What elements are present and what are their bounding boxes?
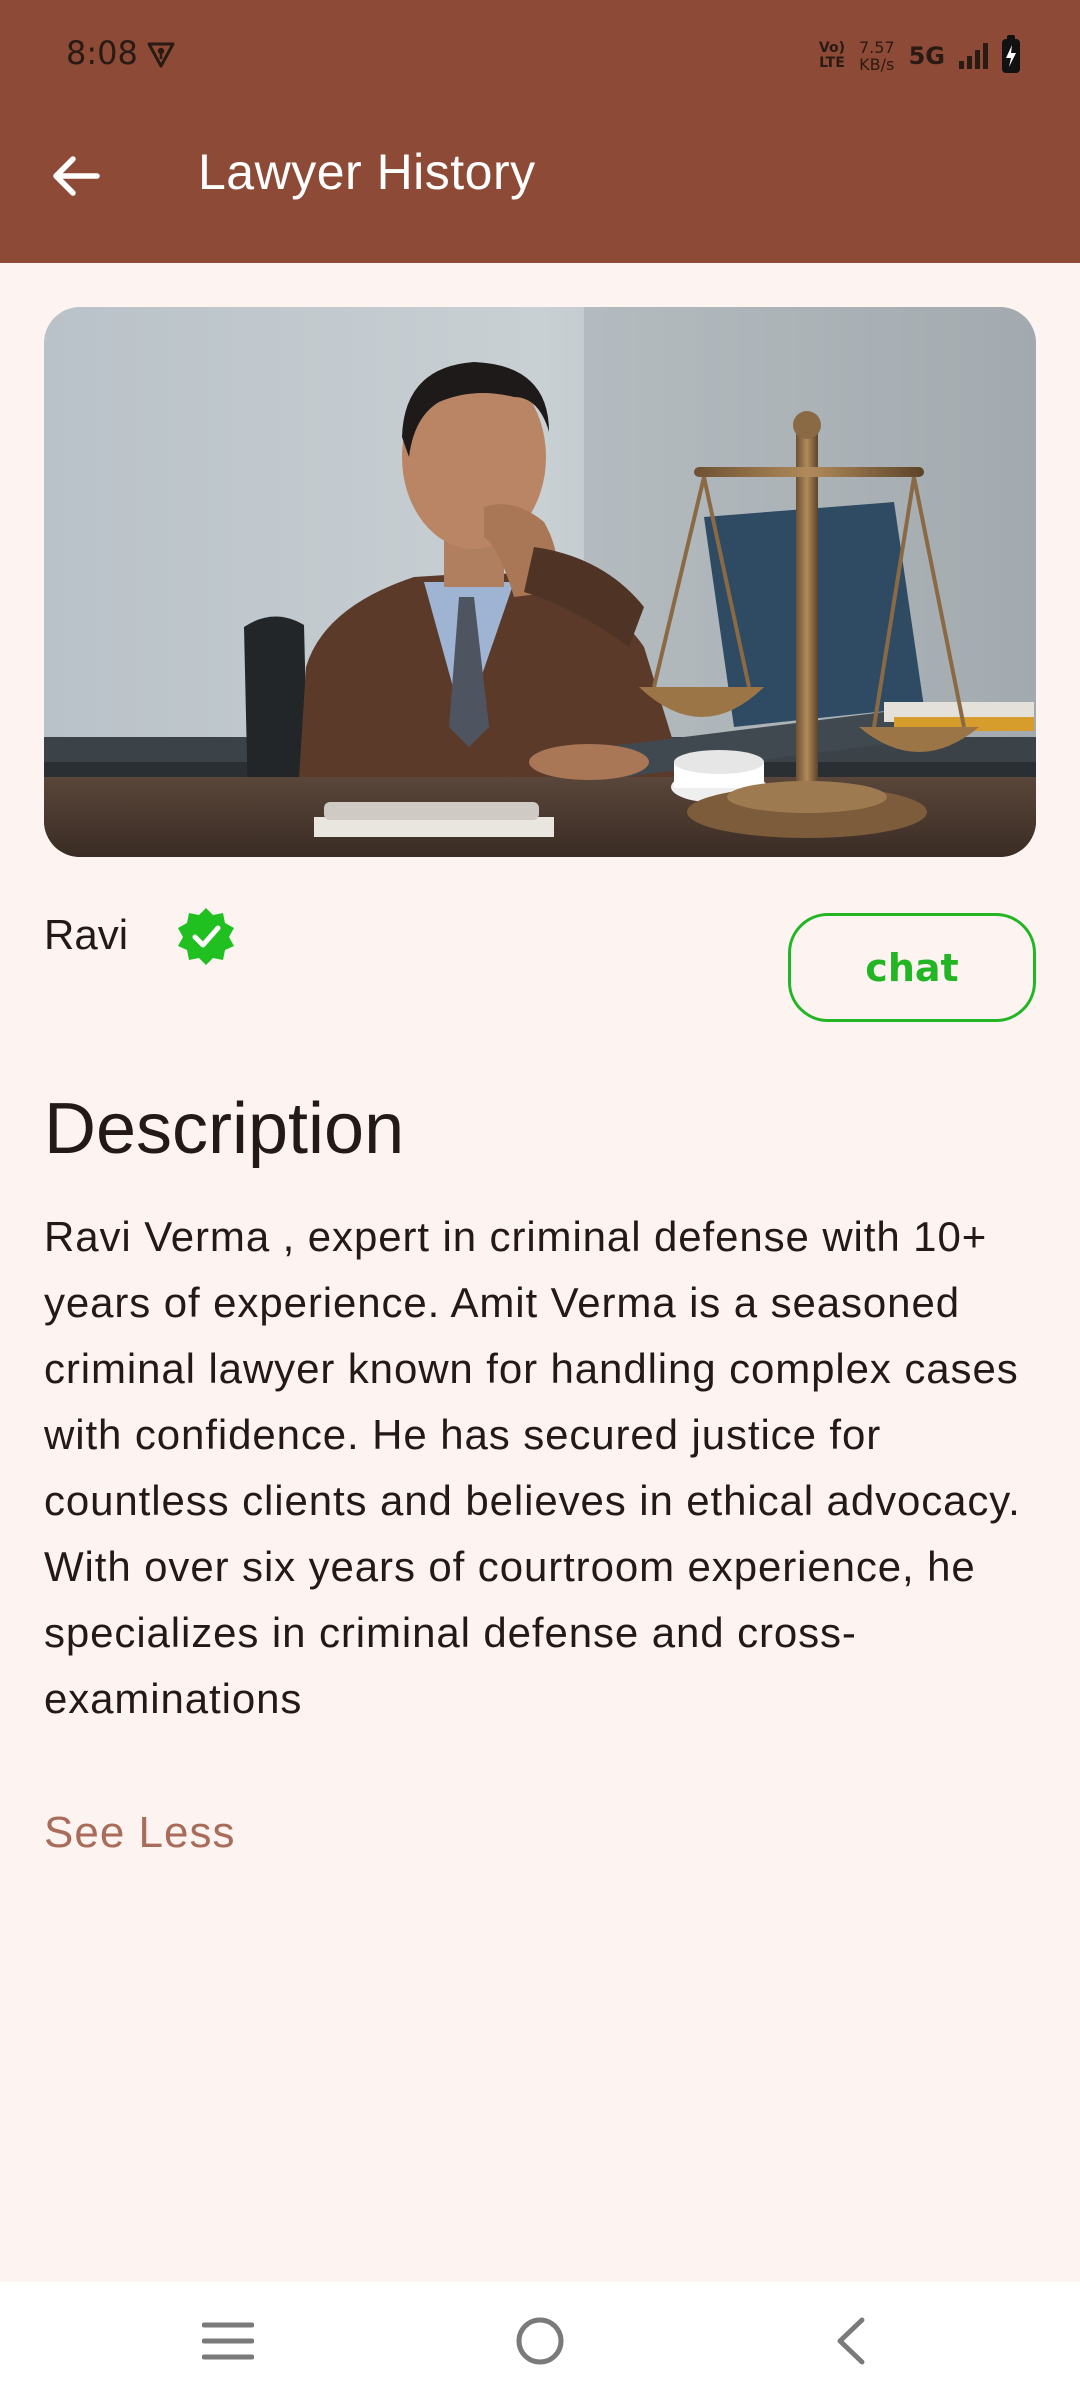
battery-charging-icon bbox=[1002, 35, 1020, 73]
see-less-link[interactable]: See Less bbox=[44, 1808, 235, 1858]
arrow-left-icon bbox=[53, 156, 100, 196]
back-button[interactable] bbox=[46, 146, 106, 206]
network-speed: 7.57 KB/s bbox=[858, 38, 895, 74]
status-time: 8:08 bbox=[66, 34, 138, 72]
system-back-button[interactable] bbox=[810, 2306, 890, 2376]
chat-button[interactable]: chat bbox=[788, 913, 1036, 1022]
lawyer-name-row: Ravi bbox=[44, 900, 128, 970]
menu-icon bbox=[202, 2322, 254, 2360]
lawyer-name: Ravi bbox=[44, 911, 129, 958]
signal-strength-icon bbox=[959, 43, 988, 69]
page-title: Lawyer History bbox=[198, 144, 536, 200]
description-text: Ravi Verma , expert in criminal defense … bbox=[44, 1213, 1021, 1722]
lawyer-photo bbox=[44, 307, 1036, 857]
home-circle-icon bbox=[516, 2317, 564, 2365]
back-chevron-icon bbox=[837, 2317, 865, 2365]
vpn-key-icon bbox=[147, 42, 175, 68]
description-heading: Description bbox=[44, 1089, 405, 1169]
network-type: 5G bbox=[908, 42, 945, 70]
home-button[interactable] bbox=[500, 2306, 580, 2376]
system-navigation-bar bbox=[0, 2282, 1080, 2400]
volte-indicator: Vo) LTE bbox=[818, 40, 845, 71]
status-icons: Vo) LTE 7.57 KB/s 5G bbox=[818, 35, 1020, 76]
verified-badge-icon bbox=[178, 908, 234, 965]
status-bar: 8:08 Vo) LTE 7.57 KB/s 5G bbox=[0, 0, 1080, 110]
recent-apps-button[interactable] bbox=[188, 2306, 268, 2376]
